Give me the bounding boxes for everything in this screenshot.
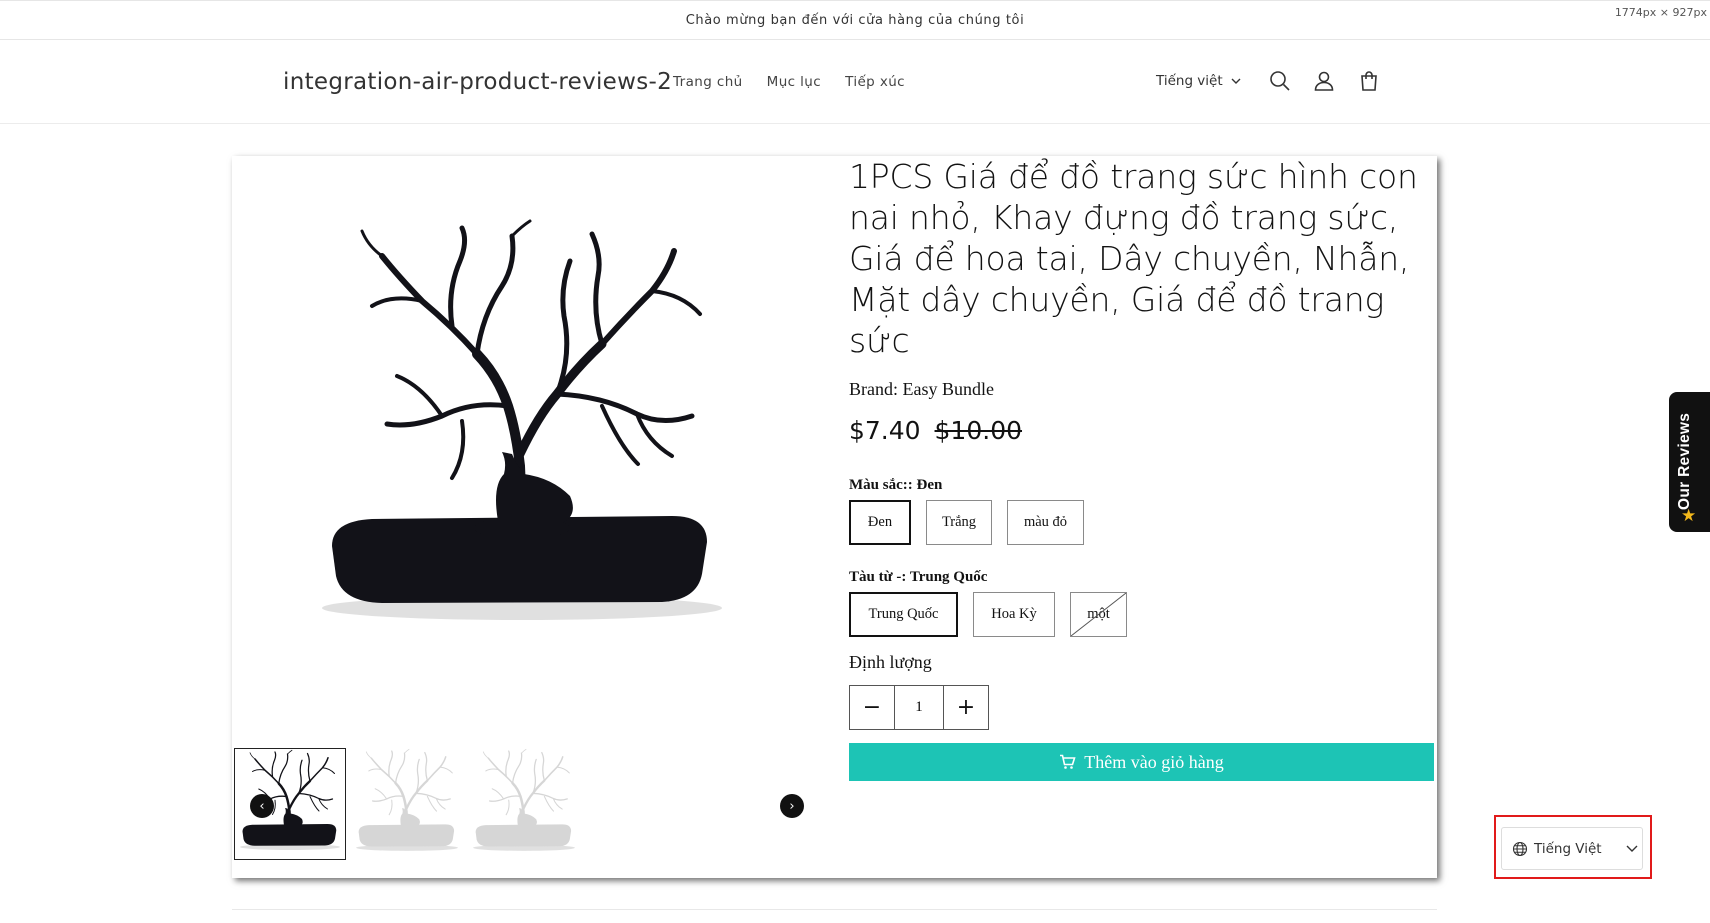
quantity-input[interactable] — [894, 686, 944, 729]
quantity-label: Định lượng — [849, 652, 932, 672]
quantity-decrease-button[interactable]: − — [850, 686, 894, 729]
color-option-red[interactable]: màu đỏ — [1007, 500, 1084, 545]
nav-catalog-link[interactable]: Mục lục — [767, 74, 821, 90]
add-to-cart-label: Thêm vào giỏ hàng — [1084, 751, 1224, 772]
color-option-group: Màu sắc:: Đen Đen Trắng màu đỏ — [849, 477, 1434, 545]
add-to-cart-button[interactable]: Thêm vào giỏ hàng — [849, 743, 1434, 781]
announcement-text: Chào mừng bạn đến với cửa hàng của chúng… — [685, 12, 1025, 28]
viewport-size-label: 1774px × 927px — [1614, 6, 1707, 19]
ships-from-option-label: Tàu từ -: Trung Quốc — [849, 569, 988, 585]
product-thumbnail-3[interactable] — [468, 748, 580, 860]
quantity-stepper: − + — [849, 685, 989, 730]
compare-price: $10.00 — [934, 416, 1023, 445]
main-nav: Trang chủ Mục lục Tiếp xúc — [673, 74, 905, 90]
quantity-increase-button[interactable]: + — [944, 686, 988, 729]
our-reviews-label: Our Reviews — [1676, 412, 1693, 510]
ships-from-option-china[interactable]: Trung Quốc — [849, 592, 958, 637]
footer-divider — [232, 909, 1437, 910]
header-language-selector[interactable]: Tiếng việt — [1156, 73, 1241, 89]
product-main-image[interactable] — [302, 216, 742, 656]
product-price: $7.40 $10.00 — [849, 416, 1434, 445]
product-thumbnail-2[interactable] — [351, 748, 463, 860]
nav-home-link[interactable]: Trang chủ — [673, 74, 743, 90]
ships-from-option-group: Tàu từ -: Trung Quốc Trung Quốc Hoa Kỳ m… — [849, 569, 1434, 637]
ships-from-option-values: Trung Quốc Hoa Kỳ một — [849, 592, 1434, 637]
chevron-down-icon — [1626, 845, 1638, 852]
chevron-down-icon — [1231, 78, 1241, 84]
product-title: 1PCS Giá để đồ trang sức hình con nai nh… — [849, 157, 1418, 360]
ships-from-option-usa[interactable]: Hoa Kỳ — [973, 592, 1055, 637]
plus-icon: + — [956, 695, 976, 720]
chevron-left-icon: ‹ — [259, 798, 265, 814]
nav-contact-link[interactable]: Tiếp xúc — [845, 74, 905, 90]
site-title-link[interactable]: integration-air-product-reviews-2 — [283, 69, 672, 95]
slider-next-button[interactable]: › — [780, 794, 804, 818]
product-section: ‹ › 1PCS Giá để đồ trang sức hình con na… — [232, 156, 1437, 878]
color-option-label: Màu sắc:: Đen — [849, 477, 943, 493]
cart-icon[interactable] — [1357, 69, 1381, 93]
minus-icon: − — [862, 695, 882, 720]
slider-prev-button[interactable]: ‹ — [250, 794, 274, 818]
color-option-black[interactable]: Đen — [849, 500, 911, 545]
color-option-white[interactable]: Trắng — [926, 500, 992, 545]
product-info: 1PCS Giá để đồ trang sức hình con nai nh… — [849, 156, 1434, 781]
globe-icon — [1512, 841, 1528, 856]
search-icon[interactable] — [1268, 69, 1292, 93]
language-switcher-label: Tiếng Việt — [1534, 840, 1602, 857]
header-language-label: Tiếng việt — [1156, 73, 1223, 89]
language-switcher[interactable]: Tiếng Việt — [1501, 827, 1643, 870]
sale-price: $7.40 — [849, 416, 921, 445]
site-header: integration-air-product-reviews-2 Trang … — [0, 40, 1710, 124]
account-icon[interactable] — [1312, 69, 1336, 93]
color-option-values: Đen Trắng màu đỏ — [849, 500, 1434, 545]
cart-icon — [1060, 754, 1076, 769]
product-brand: Brand: Easy Bundle — [849, 379, 994, 399]
announcement-bar: Chào mừng bạn đến với cửa hàng của chúng… — [0, 0, 1710, 40]
ships-from-option-unavailable[interactable]: một — [1070, 592, 1127, 637]
our-reviews-tab[interactable]: ★ Our Reviews — [1669, 392, 1710, 532]
strikethrough-icon — [1071, 593, 1126, 636]
chevron-right-icon: › — [789, 798, 795, 814]
